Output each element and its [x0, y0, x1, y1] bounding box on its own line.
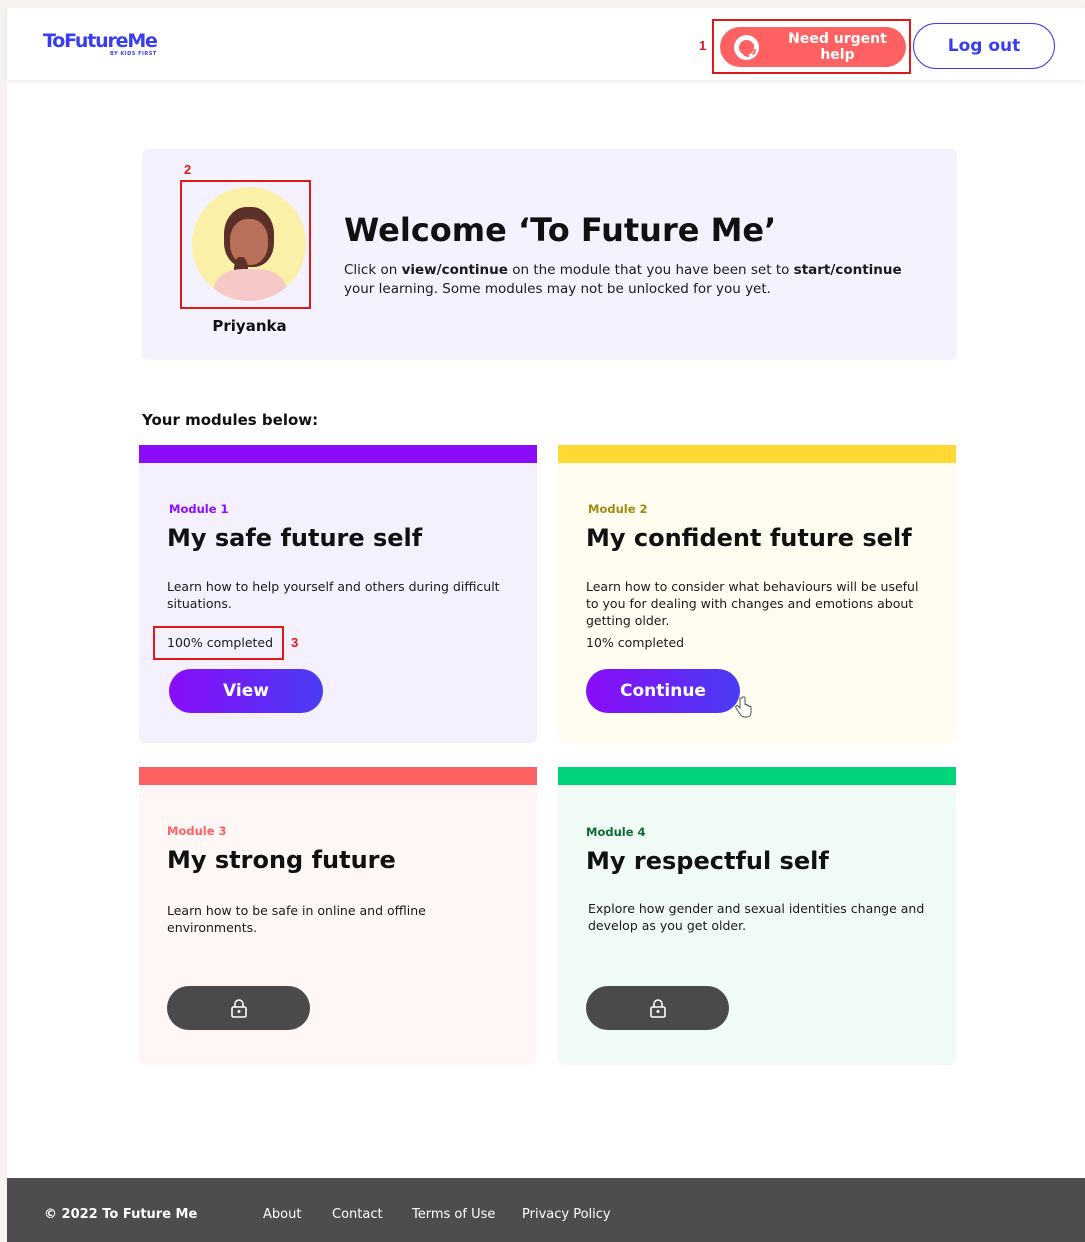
module-accent-bar	[139, 445, 537, 463]
welcome-text-part: on the module that you have been set to	[507, 262, 794, 278]
module-card-4: Module 4 My respectful self Explore how …	[558, 767, 956, 1065]
module-card-2: Module 2 My confident future self Learn …	[558, 445, 956, 743]
module-accent-bar	[558, 445, 956, 463]
module-card-1: Module 1 My safe future self Learn how t…	[139, 445, 537, 743]
module-description: Learn how to be safe in online and offli…	[167, 903, 426, 935]
avatar-body	[214, 269, 286, 301]
logo-wordmark: ToFutureMe	[43, 30, 158, 52]
module-accent-bar	[558, 767, 956, 785]
logo[interactable]: ToFutureMe BY KIDS FIRST	[43, 30, 158, 57]
user-avatar[interactable]	[192, 187, 306, 301]
locked-module-button[interactable]	[586, 986, 729, 1030]
welcome-instructions: Click on view/continue on the module tha…	[344, 261, 924, 299]
welcome-text-part: Click on	[344, 262, 402, 278]
footer-link-privacy[interactable]: Privacy Policy	[522, 1207, 611, 1222]
annotation-number-2: 2	[184, 162, 192, 177]
modules-heading: Your modules below:	[142, 411, 319, 429]
top-header: ToFutureMe BY KIDS FIRST 1 Need urgent h…	[7, 8, 1085, 80]
logout-button[interactable]: Log out	[913, 23, 1055, 69]
module-title: My confident future self	[586, 524, 912, 552]
module-title: My respectful self	[586, 847, 829, 875]
annotation-number-1: 1	[699, 38, 707, 53]
urgent-help-label: Need urgent help	[788, 31, 887, 63]
module-title: My safe future self	[167, 524, 423, 552]
locked-module-button[interactable]	[167, 986, 310, 1030]
continue-label: Continue	[620, 681, 706, 701]
module-label: Module 3	[167, 824, 227, 838]
lifebuoy-icon	[734, 34, 759, 60]
hand-cursor-icon	[735, 696, 752, 718]
continue-button[interactable]: Continue	[586, 669, 752, 718]
module-card-3: Module 3 My strong future Learn how to b…	[139, 767, 537, 1065]
footer-link-contact[interactable]: Contact	[332, 1207, 383, 1222]
footer-link-terms[interactable]: Terms of Use	[412, 1207, 495, 1222]
page-frame: ToFutureMe BY KIDS FIRST 1 Need urgent h…	[7, 8, 1085, 1242]
welcome-title: Welcome ‘To Future Me’	[344, 211, 777, 249]
padlock-icon	[230, 999, 247, 1018]
footer-link-about[interactable]: About	[263, 1207, 301, 1222]
welcome-text-part: your learning. Some modules may not be u…	[344, 281, 771, 297]
annotation-number-3: 3	[291, 635, 299, 650]
padlock-icon	[649, 999, 666, 1018]
welcome-text-bold: start/continue	[793, 262, 902, 278]
urgent-help-button[interactable]: Need urgent help	[720, 27, 906, 67]
welcome-text-bold: view/continue	[401, 262, 508, 278]
module-label: Module 4	[586, 825, 646, 839]
module-description: Learn how to help yourself and others du…	[167, 579, 500, 611]
module-title: My strong future	[167, 846, 396, 874]
module-description: Learn how to consider what behaviours wi…	[586, 579, 919, 628]
footer-copyright: © 2022 To Future Me	[44, 1207, 198, 1222]
module-accent-bar	[139, 767, 537, 785]
module-progress: 10% completed	[586, 635, 685, 650]
module-label: Module 2	[588, 502, 648, 516]
module-description: Explore how gender and sexual identities…	[588, 901, 925, 933]
view-button[interactable]: View	[169, 669, 323, 713]
username: Priyanka	[212, 317, 287, 335]
module-progress: 100% completed	[167, 635, 274, 650]
welcome-card: 2 Priyanka Welcome ‘To Future Me’ Click …	[142, 149, 957, 360]
site-footer: © 2022 To Future Me About Contact Terms …	[7, 1178, 1085, 1242]
module-label: Module 1	[169, 502, 229, 516]
